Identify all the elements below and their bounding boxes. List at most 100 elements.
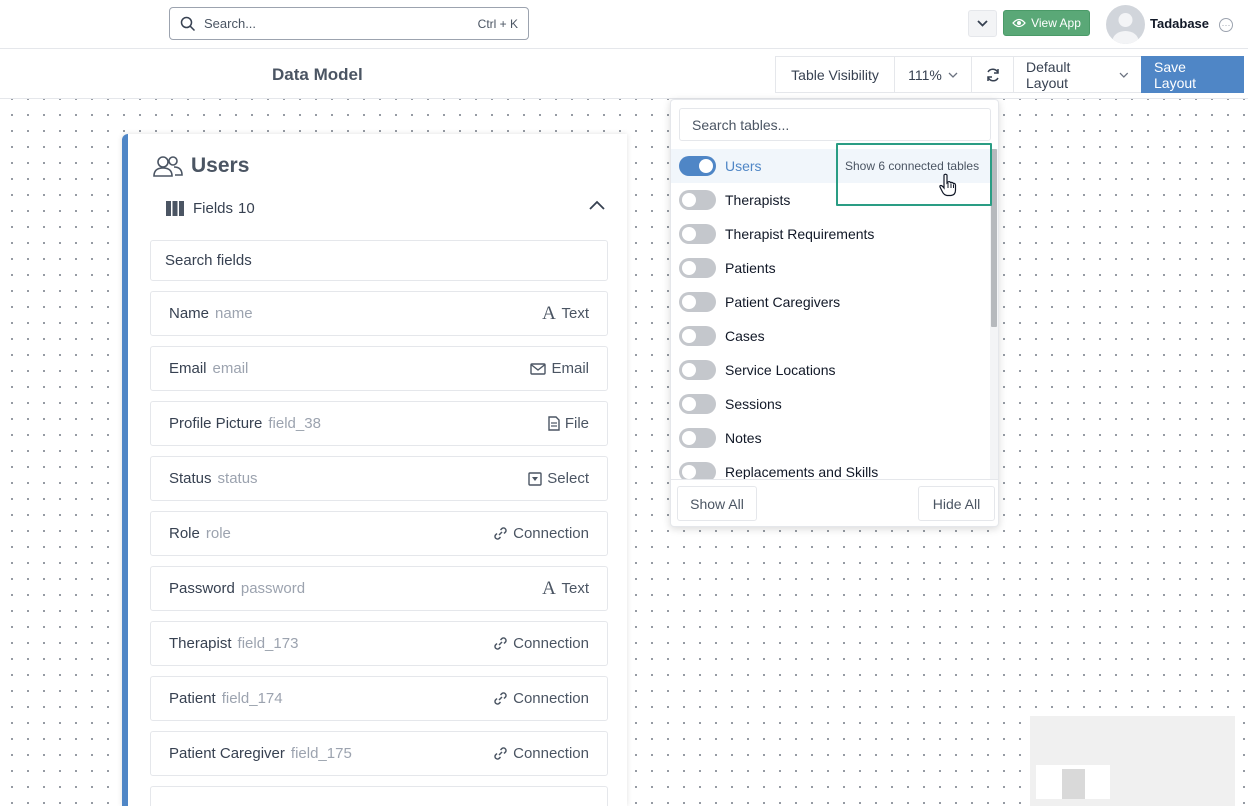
hand-pointer-icon bbox=[939, 173, 957, 197]
avatar[interactable] bbox=[1106, 5, 1145, 44]
global-search[interactable]: Ctrl + K bbox=[169, 7, 529, 40]
chevron-up-icon[interactable] bbox=[589, 200, 605, 210]
field-row[interactable]: Therapist field_173 Connection bbox=[150, 621, 608, 666]
table-visibility-list: Users Show 6 connected tables Therapists… bbox=[671, 149, 991, 479]
field-name: Therapist bbox=[169, 635, 232, 652]
username[interactable]: Tadabase bbox=[1150, 16, 1209, 31]
field-type-label: Connection bbox=[513, 745, 589, 762]
table-toggle-row[interactable]: Replacements and Skills bbox=[671, 455, 991, 479]
table-list-scrollbar[interactable] bbox=[990, 149, 998, 479]
field-search-input[interactable] bbox=[150, 240, 608, 281]
field-list: Name name A Text Email email Email Profi… bbox=[150, 291, 608, 806]
field-name: Patient bbox=[169, 690, 216, 707]
show-all-button[interactable]: Show All bbox=[677, 486, 757, 521]
field-row-partial[interactable] bbox=[150, 786, 608, 806]
save-layout-button[interactable]: Save Layout bbox=[1141, 56, 1244, 93]
toggle-switch[interactable] bbox=[679, 462, 716, 479]
refresh-icon bbox=[986, 67, 999, 82]
table-toggle-row[interactable]: Patient Caregivers bbox=[671, 285, 991, 319]
toggle-switch[interactable] bbox=[679, 224, 716, 244]
columns-icon bbox=[166, 201, 184, 216]
user-menu-icon[interactable]: ··· bbox=[1219, 18, 1233, 32]
app-dropdown-button[interactable] bbox=[968, 10, 997, 37]
field-name: Profile Picture bbox=[169, 415, 263, 432]
field-key: field_174 bbox=[221, 690, 283, 707]
table-name: Sessions bbox=[725, 396, 782, 412]
field-key: field_175 bbox=[290, 745, 352, 762]
table-visibility-button[interactable]: Table Visibility bbox=[775, 56, 894, 93]
hide-all-button[interactable]: Hide All bbox=[918, 486, 995, 521]
zoom-dropdown[interactable]: 111% bbox=[894, 56, 971, 93]
link-icon bbox=[494, 747, 507, 760]
table-toggle-row[interactable]: Sessions bbox=[671, 387, 991, 421]
field-row[interactable]: Profile Picture field_38 File bbox=[150, 401, 608, 446]
field-name: Email bbox=[169, 360, 207, 377]
field-row[interactable]: Name name A Text bbox=[150, 291, 608, 336]
search-input[interactable] bbox=[204, 16, 478, 31]
table-name: Replacements and Skills bbox=[725, 464, 879, 479]
table-toggle-row[interactable]: Therapist Requirements bbox=[671, 217, 991, 251]
toggle-switch[interactable] bbox=[679, 360, 716, 380]
minimap[interactable] bbox=[1030, 716, 1235, 806]
search-icon bbox=[180, 16, 196, 31]
field-key: field_173 bbox=[237, 635, 299, 652]
field-type-label: Text bbox=[561, 580, 589, 597]
data-model-toolbar: Data Model Table Visibility 111% Default… bbox=[0, 49, 1248, 99]
field-key: field_38 bbox=[268, 415, 321, 432]
user-silhouette-icon bbox=[1112, 13, 1139, 44]
table-visibility-label: Table Visibility bbox=[791, 66, 879, 83]
field-type: Connection bbox=[493, 745, 589, 762]
page-title: Data Model bbox=[272, 65, 363, 84]
field-type-label: Connection bbox=[513, 525, 589, 542]
field-name: Password bbox=[169, 580, 235, 597]
table-name: Therapist Requirements bbox=[725, 226, 875, 242]
field-name: Status bbox=[169, 470, 212, 487]
table-toggle-row[interactable]: Service Locations bbox=[671, 353, 991, 387]
chevron-down-icon bbox=[977, 20, 988, 27]
field-row[interactable]: Patient field_174 Connection bbox=[150, 676, 608, 721]
toggle-switch[interactable] bbox=[679, 292, 716, 312]
toggle-switch[interactable] bbox=[679, 156, 716, 176]
refresh-button[interactable] bbox=[971, 56, 1013, 93]
table-card-header: Users bbox=[153, 154, 249, 178]
layout-label: Default Layout bbox=[1026, 58, 1071, 91]
table-name: Patients bbox=[725, 260, 776, 276]
field-row[interactable]: Email email Email bbox=[150, 346, 608, 391]
field-row[interactable]: Status status Select bbox=[150, 456, 608, 501]
field-row[interactable]: Patient Caregiver field_175 Connection bbox=[150, 731, 608, 776]
field-row[interactable]: Role role Connection bbox=[150, 511, 608, 556]
field-type-label: Connection bbox=[513, 690, 589, 707]
text-icon: A bbox=[542, 577, 556, 599]
layout-dropdown[interactable]: Default Layout bbox=[1013, 56, 1141, 93]
table-toggle-row[interactable]: Notes bbox=[671, 421, 991, 455]
table-toggle-row[interactable]: Cases bbox=[671, 319, 991, 353]
toggle-switch[interactable] bbox=[679, 326, 716, 346]
field-name: Role bbox=[169, 525, 200, 542]
show-connected-tables-button[interactable]: Show 6 connected tables bbox=[837, 149, 991, 183]
field-key: name bbox=[215, 305, 253, 322]
minimap-table-block bbox=[1062, 769, 1085, 799]
toggle-switch[interactable] bbox=[679, 190, 716, 210]
table-toggle-row[interactable]: Patients bbox=[671, 251, 991, 285]
table-search-input[interactable] bbox=[679, 108, 991, 141]
toggle-switch[interactable] bbox=[679, 394, 716, 414]
scrollbar-thumb[interactable] bbox=[991, 149, 997, 327]
table-name: Notes bbox=[725, 430, 762, 446]
field-row[interactable]: Password password A Text bbox=[150, 566, 608, 611]
field-type: Connection bbox=[493, 690, 589, 707]
zoom-label: 111% bbox=[908, 66, 942, 83]
text-icon: A bbox=[542, 302, 556, 324]
top-bar: Ctrl + K View App Tadabase ··· bbox=[0, 0, 1248, 49]
toggle-switch[interactable] bbox=[679, 258, 716, 278]
table-card-users[interactable]: Users Fields 10 Name name A Text Email e… bbox=[122, 134, 627, 806]
table-title: Users bbox=[191, 154, 250, 177]
fields-section-header[interactable]: Fields 10 bbox=[165, 200, 605, 217]
minimap-viewport[interactable] bbox=[1036, 765, 1110, 799]
view-app-button[interactable]: View App bbox=[1003, 10, 1090, 36]
toggle-switch[interactable] bbox=[679, 428, 716, 448]
file-icon bbox=[548, 416, 560, 431]
field-type: Email bbox=[530, 360, 589, 377]
field-key: email bbox=[212, 360, 249, 377]
link-icon bbox=[494, 527, 507, 540]
toolbar-buttons: Table Visibility 111% Default Layout Sav… bbox=[775, 56, 1244, 93]
